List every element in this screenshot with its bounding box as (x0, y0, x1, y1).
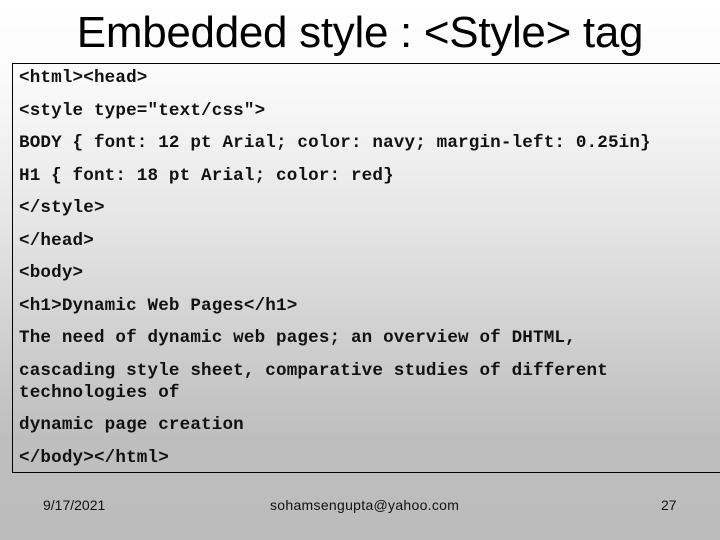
code-line: <html><head> (19, 68, 148, 88)
code-line: </head> (19, 230, 94, 251)
code-line: The need of dynamic web pages; an overvi… (19, 328, 576, 348)
code-line: dynamic page creation (19, 415, 244, 435)
code-line: <style type="text/css"> (19, 100, 266, 121)
code-line: H1 { font: 18 pt Arial; color: red} (19, 165, 394, 186)
footer-email: sohamsengupta@yahoo.com (270, 497, 460, 513)
code-line: </style> (19, 198, 105, 218)
footer-date: 9/17/2021 (43, 497, 106, 513)
code-line: BODY { font: 12 pt Arial; color: navy; m… (19, 133, 651, 153)
code-listing: <html><head> <style type="text/css"> BOD… (19, 64, 709, 479)
slide-title: Embedded style : <Style> tag (76, 8, 644, 57)
code-line: <body> (19, 263, 84, 283)
code-line: <h1>Dynamic Web Pages</h1> (19, 295, 298, 316)
page-number: 27 (661, 497, 677, 513)
code-line: </body></html> (19, 447, 169, 468)
code-line: cascading style sheet, comparative studi… (19, 360, 608, 403)
